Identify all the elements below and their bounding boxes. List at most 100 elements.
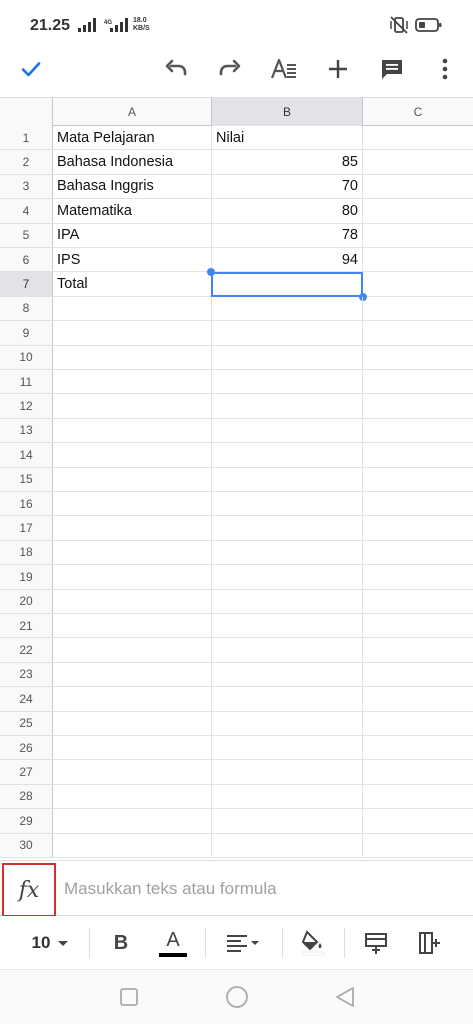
redo-button[interactable] [213,52,247,86]
cell-c13[interactable] [363,419,473,442]
row-header[interactable]: 7 [0,272,53,296]
row-header[interactable]: 24 [0,687,53,711]
cell-c3[interactable] [363,175,473,198]
row-header[interactable]: 10 [0,345,53,369]
cell-a5[interactable]: IPA [53,223,212,247]
row-header[interactable]: 28 [0,784,53,809]
row-header[interactable]: 2 [0,150,53,174]
cell-b23[interactable] [212,662,363,687]
cell-b3[interactable]: 70 [212,174,363,199]
cell-b22[interactable] [212,638,363,662]
row-header[interactable]: 29 [0,809,53,833]
cell-a25[interactable] [53,711,212,735]
cell-a4[interactable]: Matematika [53,199,212,223]
cell-a19[interactable] [53,565,212,589]
cell-b4[interactable]: 80 [212,199,363,223]
cell-b24[interactable] [212,687,363,711]
cell-b27[interactable] [212,760,363,784]
select-all-corner[interactable] [0,98,53,126]
cell-c30[interactable] [363,834,473,857]
back-button[interactable] [332,984,358,1010]
selection-handle-start[interactable] [207,267,215,276]
cell-a30[interactable] [53,833,212,857]
cell-a10[interactable] [53,345,212,369]
cell-c29[interactable] [363,809,473,832]
column-header-b[interactable]: B [212,98,363,126]
cell-b25[interactable] [212,711,363,735]
cell-a15[interactable] [53,467,212,491]
cell-a6[interactable]: IPS [53,248,212,272]
cell-c20[interactable] [363,590,473,613]
row-header[interactable]: 17 [0,516,53,540]
cell-a14[interactable] [53,443,212,467]
text-format-button[interactable] [267,52,301,86]
cell-a16[interactable] [53,492,212,516]
cell-b2[interactable]: 85 [212,150,363,174]
row-header[interactable]: 25 [0,711,53,735]
cell-a18[interactable] [53,540,212,565]
more-options-button[interactable] [428,52,462,86]
cell-c18[interactable] [363,541,473,564]
row-header[interactable]: 11 [0,370,53,394]
cell-b5[interactable]: 78 [212,223,363,247]
cell-b8[interactable] [212,296,363,321]
column-header-a[interactable]: A [53,98,212,126]
row-header[interactable]: 12 [0,394,53,418]
cell-a11[interactable] [53,370,212,394]
row-header[interactable]: 8 [0,296,53,321]
cell-b18[interactable] [212,540,363,565]
cell-b6[interactable]: 94 [212,248,363,272]
row-header[interactable]: 20 [0,589,53,613]
cell-a28[interactable] [53,784,212,809]
cell-a24[interactable] [53,687,212,711]
cell-b21[interactable] [212,614,363,638]
cell-b29[interactable] [212,809,363,833]
formula-input[interactable] [64,873,454,905]
cell-a3[interactable]: Bahasa Inggris [53,174,212,199]
align-dropdown[interactable] [222,926,266,960]
insert-column-button[interactable] [416,926,444,960]
cell-c17[interactable] [363,516,473,539]
row-header[interactable]: 9 [0,321,53,345]
cell-a17[interactable] [53,516,212,540]
comment-button[interactable] [375,52,409,86]
cell-c16[interactable] [363,492,473,515]
cell-a8[interactable] [53,296,212,321]
function-button[interactable]: fx [2,863,56,917]
cell-b11[interactable] [212,370,363,394]
cell-b9[interactable] [212,321,363,345]
selected-cell-b7[interactable] [211,271,363,297]
cell-c27[interactable] [363,760,473,783]
cell-c15[interactable] [363,468,473,491]
cell-c25[interactable] [363,712,473,735]
cell-c26[interactable] [363,736,473,759]
cell-c28[interactable] [363,785,473,808]
cell-a23[interactable] [53,662,212,687]
cell-a20[interactable] [53,589,212,613]
bold-button[interactable]: B [106,926,136,960]
cell-b17[interactable] [212,516,363,540]
cell-c19[interactable] [363,565,473,588]
cell-c7[interactable] [363,272,473,295]
cell-c4[interactable] [363,199,473,222]
home-button[interactable] [224,984,250,1010]
row-header[interactable]: 26 [0,736,53,760]
cell-c2[interactable] [363,150,473,173]
cell-a13[interactable] [53,418,212,443]
row-header[interactable]: 3 [0,174,53,199]
cell-c6[interactable] [363,248,473,271]
row-header[interactable]: 5 [0,223,53,247]
cell-c1[interactable] [363,126,473,149]
cell-b15[interactable] [212,467,363,491]
cell-a9[interactable] [53,321,212,345]
cell-b28[interactable] [212,784,363,809]
cell-a2[interactable]: Bahasa Indonesia [53,150,212,174]
cell-b30[interactable] [212,833,363,857]
cell-a29[interactable] [53,809,212,833]
cell-a1[interactable]: Mata Pelajaran [53,126,212,150]
cell-a7[interactable]: Total [53,272,212,296]
cell-b19[interactable] [212,565,363,589]
cell-c5[interactable] [363,224,473,247]
cell-a21[interactable] [53,614,212,638]
row-header[interactable]: 1 [0,126,53,150]
